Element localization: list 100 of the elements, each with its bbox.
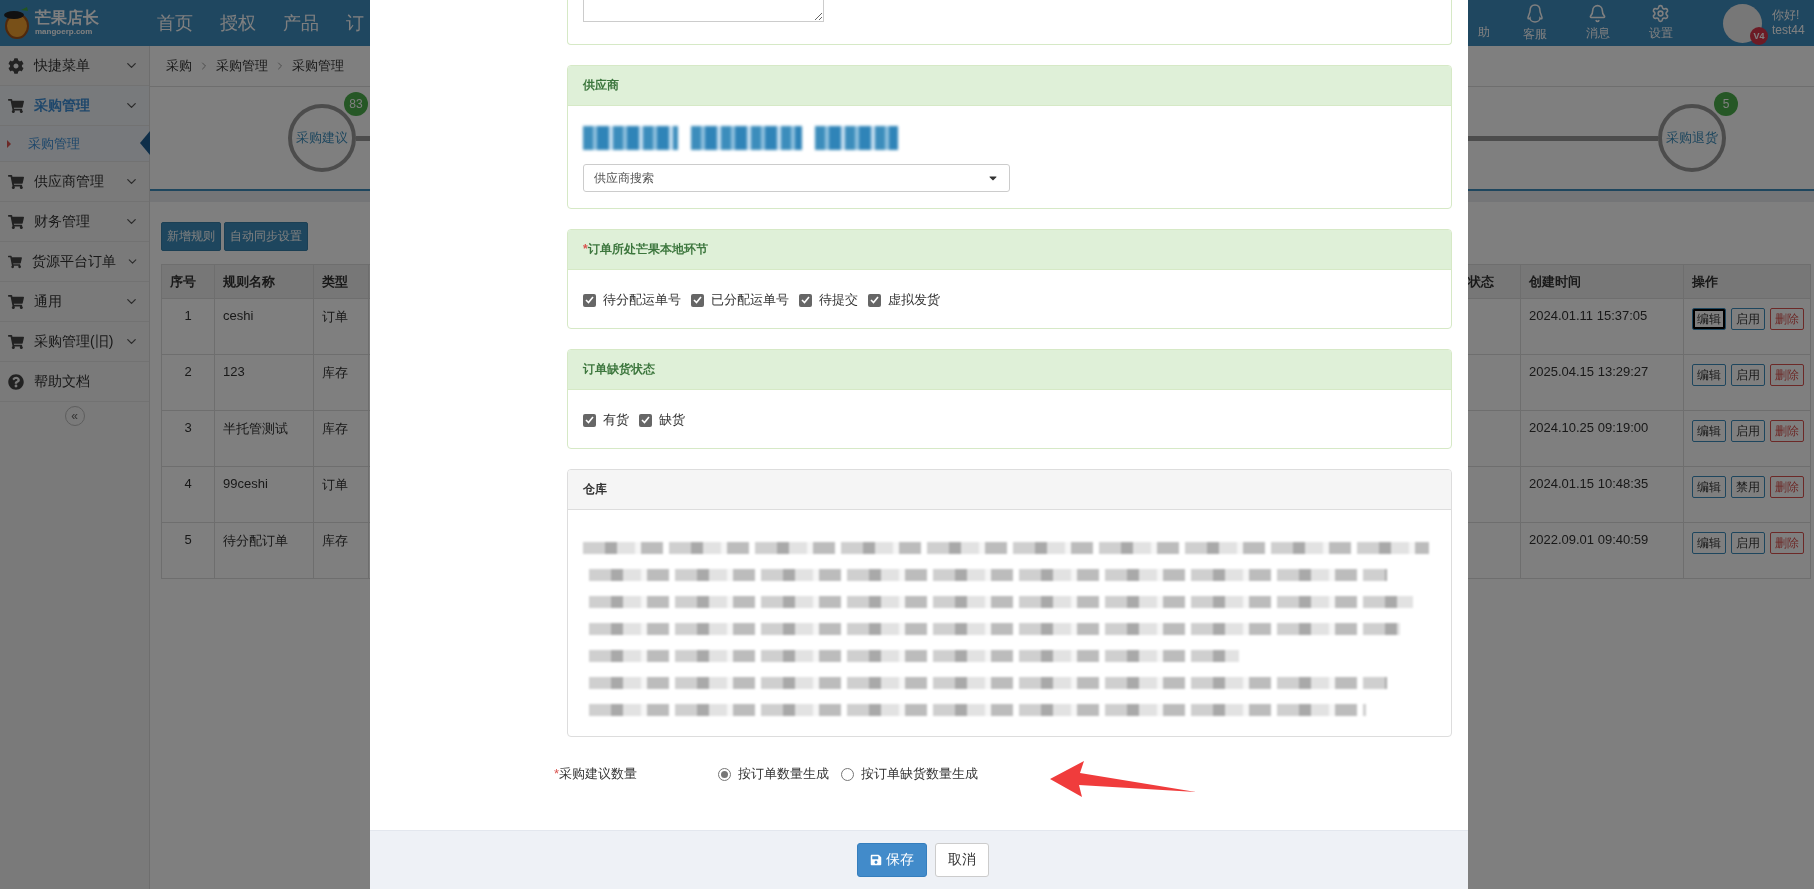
cart-icon [8, 333, 24, 350]
checkbox-option[interactable]: 有货 [583, 411, 629, 429]
table-cell: 订单 [313, 466, 369, 523]
column-header: 创建时间 [1520, 264, 1684, 299]
checkbox[interactable] [799, 293, 812, 307]
breadcrumb-item[interactable]: 采购管理 [216, 57, 268, 75]
user-name: test44 [1772, 23, 1806, 38]
collapse-button[interactable]: « [64, 406, 85, 426]
table-cell: 2 [161, 354, 215, 411]
table-cell: 半托管测试 [214, 410, 314, 467]
table-cell: 库存 [313, 410, 369, 467]
column-header: 操作 [1683, 264, 1811, 299]
radio-button[interactable] [841, 767, 854, 781]
sidebar-item[interactable]: 供应商管理 [0, 162, 149, 202]
cart-icon [8, 213, 24, 230]
column-header: 序号 [161, 264, 215, 299]
checkbox[interactable] [583, 293, 596, 307]
edit-button[interactable]: 编辑 [1692, 364, 1726, 386]
settings-icon [1651, 4, 1670, 23]
delete-button[interactable]: 删除 [1770, 532, 1804, 554]
panel-title: 订单缺货状态 [568, 350, 1451, 390]
checkbox[interactable] [639, 413, 652, 427]
table-cell: 待分配订单 [214, 522, 314, 579]
header-tool[interactable]: 消息 [1566, 4, 1629, 42]
table-cell: 99ceshi [214, 466, 314, 523]
breadcrumb-item[interactable]: 采购管理 [292, 57, 344, 75]
table-cell: 2024.10.25 09:19:00 [1520, 410, 1684, 467]
panel-title: 供应商 [568, 66, 1451, 106]
checkbox-option[interactable]: 虚拟发货 [868, 291, 940, 309]
toolbar-button[interactable]: 新增规则 [161, 222, 221, 251]
column-header: 规则名称 [214, 264, 314, 299]
supplier-select[interactable]: 供应商搜索 [583, 164, 1010, 192]
table-cell: 库存 [313, 522, 369, 579]
cart-icon [8, 293, 24, 310]
edit-button[interactable]: 编辑 [1692, 476, 1726, 498]
header-tool[interactable]: 客服 [1503, 3, 1566, 43]
panel-title: *订单所处芒果本地环节 [568, 230, 1451, 270]
greeting: 你好! [1772, 8, 1801, 23]
active-pointer-icon [140, 131, 150, 155]
cart-icon [8, 97, 24, 114]
radio-button[interactable] [718, 767, 731, 781]
checkbox-option[interactable]: 已分配运单号 [691, 291, 789, 309]
table-cell: 5 [161, 522, 215, 579]
logo-subtitle: mangoerp.com [35, 27, 94, 37]
radio-option[interactable]: 按订单数量生成 [718, 765, 829, 783]
logo-title: 芒果店长 [35, 9, 99, 27]
nav-link[interactable]: 首页 [157, 11, 193, 35]
checkbox[interactable] [583, 413, 596, 427]
table-cell: 4 [161, 466, 215, 523]
bell-icon [1588, 4, 1607, 23]
table-cell: 1 [161, 298, 215, 355]
edit-button[interactable]: 编辑 [1692, 532, 1726, 554]
cart-icon [8, 253, 22, 270]
table-cell: 2022.09.01 09:40:59 [1520, 522, 1684, 579]
bullet-icon [7, 140, 11, 148]
panel-title: 仓库 [568, 470, 1451, 510]
mango-logo-icon [3, 7, 31, 39]
sidebar-item[interactable]: 货源平台订单 [0, 242, 149, 282]
toggle-button[interactable]: 禁用 [1731, 476, 1765, 498]
checkbox-option[interactable]: 待提交 [799, 291, 858, 309]
field-label: *采购建议数量 [554, 765, 639, 783]
edit-button[interactable]: 编辑 [1692, 420, 1726, 442]
sidebar-item[interactable]: 财务管理 [0, 202, 149, 242]
cart-icon [8, 173, 24, 190]
delete-button[interactable]: 删除 [1770, 308, 1804, 330]
save-button[interactable]: 保存 [857, 843, 927, 877]
checkbox-option[interactable]: 待分配运单号 [583, 291, 681, 309]
toggle-button[interactable]: 启用 [1731, 364, 1765, 386]
table-cell: 订单 [313, 298, 369, 355]
table-cell: 2024.01.15 10:48:35 [1520, 466, 1684, 523]
toolbar-button[interactable]: 自动同步设置 [224, 222, 308, 251]
nav-link[interactable]: 订 [346, 11, 364, 35]
nav-link[interactable]: 授权 [220, 11, 256, 35]
sidebar-item[interactable]: 通用 [0, 282, 149, 322]
count-badge: 5 [1714, 92, 1738, 116]
delete-button[interactable]: 删除 [1770, 476, 1804, 498]
table-cell: 2024.01.11 15:37:05 [1520, 298, 1684, 355]
toggle-button[interactable]: 启用 [1731, 532, 1765, 554]
nav-link[interactable]: 产品 [283, 11, 319, 35]
header-tool[interactable]: 设置 [1629, 4, 1692, 42]
checkbox[interactable] [691, 293, 704, 307]
delete-button[interactable]: 删除 [1770, 420, 1804, 442]
count-badge: 83 [344, 92, 368, 116]
table-cell: ceshi [214, 298, 314, 355]
edit-button[interactable]: 编辑 [1692, 308, 1726, 330]
sidebar-item[interactable]: 帮助文档 [0, 362, 149, 402]
cancel-button[interactable]: 取消 [935, 843, 989, 877]
delete-button[interactable]: 删除 [1770, 364, 1804, 386]
checkbox-option[interactable]: 缺货 [639, 411, 685, 429]
sidebar-item[interactable]: 采购管理(旧) [0, 322, 149, 362]
column-header: 类型 [313, 264, 369, 299]
checkbox[interactable] [868, 293, 881, 307]
penguin-icon [1525, 3, 1544, 24]
radio-option[interactable]: 按订单缺货数量生成 [841, 765, 978, 783]
toggle-button[interactable]: 启用 [1731, 420, 1765, 442]
floppy-icon [870, 854, 882, 866]
toggle-button[interactable]: 启用 [1731, 308, 1765, 330]
table-cell: 123 [214, 354, 314, 411]
gear-icon [8, 57, 24, 74]
breadcrumb-item[interactable]: 采购 [166, 57, 192, 75]
